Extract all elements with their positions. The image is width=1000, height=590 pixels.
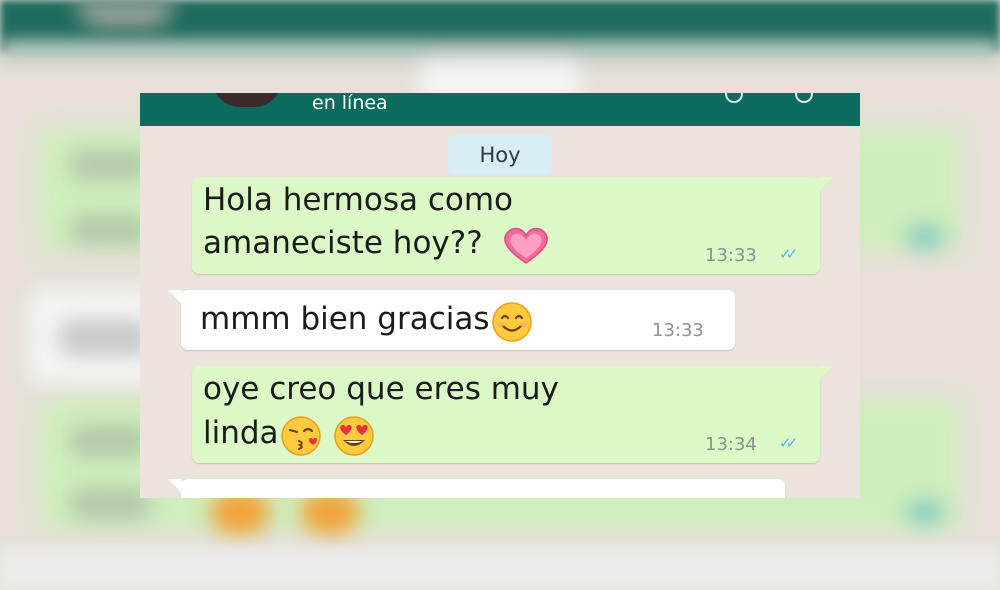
read-receipt-icon: ✓✓ — [779, 245, 798, 263]
message-bubble-outgoing[interactable]: Hola hermosa como amaneciste hoy?? 13:33… — [192, 177, 833, 274]
backdrop-text-5 — [70, 488, 150, 520]
message-text: linda — [203, 415, 279, 451]
message-text-line-2: amaneciste hoy?? — [203, 222, 551, 265]
backdrop-text-2 — [70, 215, 150, 245]
message-text-line: oye creo que eres muy — [203, 371, 559, 407]
contact-status: en línea — [312, 93, 388, 114]
message-text: amaneciste hoy?? — [203, 225, 483, 261]
contact-avatar[interactable] — [212, 93, 282, 107]
backdrop-ticks-1 — [905, 225, 945, 249]
read-receipt-icon: ✓✓ — [779, 434, 798, 452]
video-call-icon[interactable] — [725, 93, 743, 103]
message-time: 13:33 — [705, 245, 757, 266]
bubble-tail — [819, 177, 833, 191]
chat-header: en línea — [140, 93, 860, 126]
bubble-tail — [819, 366, 833, 380]
backdrop-header-shade — [0, 40, 1000, 62]
message-bubble-outgoing[interactable]: oye creo que eres muy linda 13:34 ✓✓ — [192, 366, 833, 463]
message-bubble-incoming-partial[interactable] — [168, 479, 785, 498]
message-time: 13:34 — [705, 434, 757, 455]
message-text-line: Hola hermosa como — [203, 182, 513, 218]
chat-window: en línea Hoy Hola hermosa como amanecist… — [140, 93, 860, 498]
message-text: mmm bien gracias — [200, 301, 490, 337]
phone-call-icon[interactable] — [795, 93, 813, 103]
message-text-line: mmm bien gracias — [200, 298, 534, 342]
message-text-line-2: linda — [203, 412, 383, 456]
backdrop-text-1 — [70, 150, 150, 180]
backdrop-avatar — [75, 0, 175, 28]
message-bubble-incoming[interactable]: mmm bien gracias 13:33 — [168, 290, 735, 350]
bubble-tail — [168, 479, 182, 493]
message-time: 13:33 — [652, 320, 704, 341]
pink-heart-icon — [501, 227, 551, 264]
backdrop-text-3 — [60, 320, 150, 356]
backdrop-bottom — [0, 548, 1000, 590]
backdrop-text-4 — [70, 425, 150, 457]
heart-eyes-face-icon — [329, 415, 383, 456]
kissing-face-icon — [279, 415, 323, 456]
smiling-face-icon — [490, 301, 534, 342]
date-label: Hoy — [479, 143, 521, 167]
date-separator: Hoy — [448, 135, 552, 175]
backdrop-ticks-2 — [905, 500, 945, 524]
bubble-tail — [168, 290, 182, 304]
